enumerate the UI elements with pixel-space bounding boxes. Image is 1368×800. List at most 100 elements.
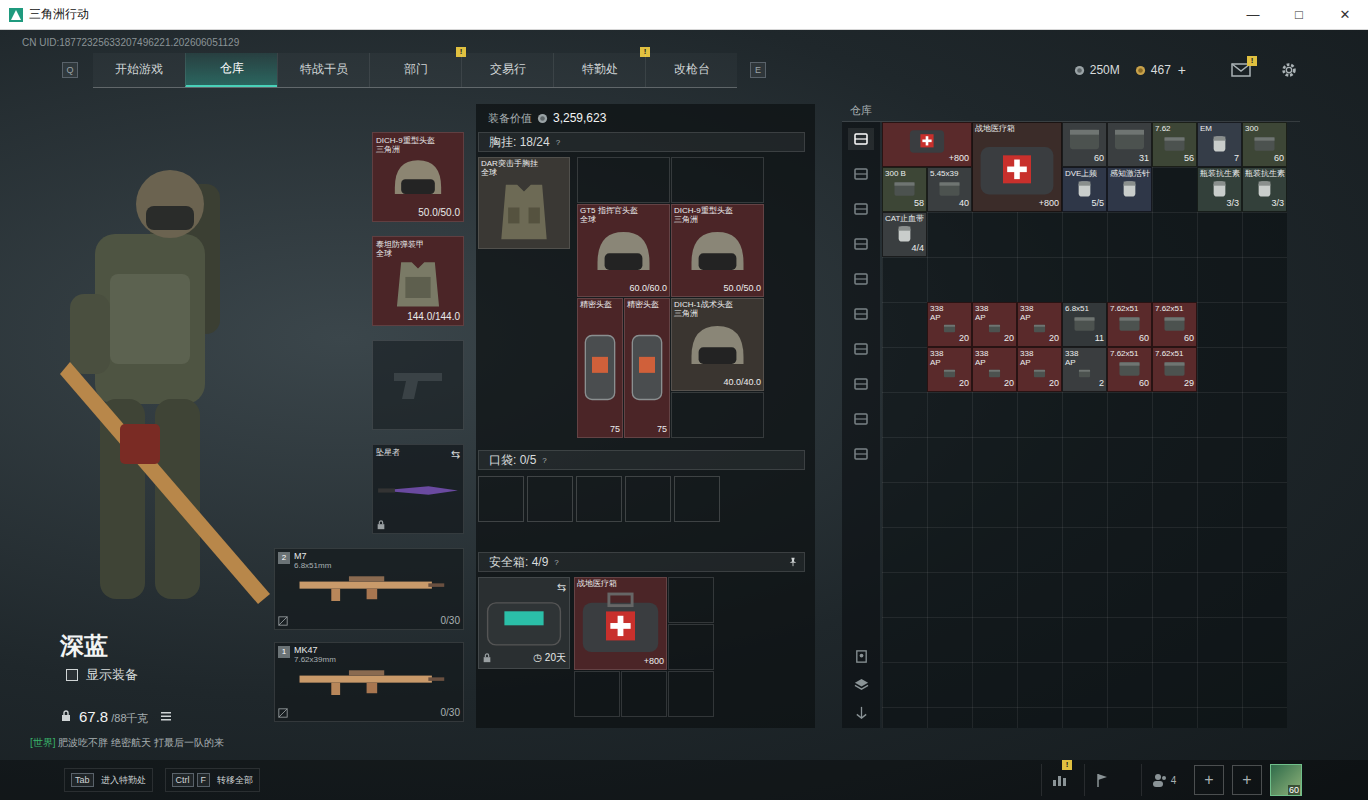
- item-card[interactable]: 7.62x5129: [1152, 347, 1197, 392]
- safe-case-card[interactable]: ⇆◷ 20天: [478, 577, 570, 669]
- nav-tab[interactable]: 仓库: [185, 53, 277, 87]
- item-card[interactable]: 338AP20: [1017, 347, 1062, 392]
- item-card[interactable]: 60: [1062, 122, 1107, 167]
- empty-slot[interactable]: [621, 671, 667, 717]
- flag-button[interactable]: [1084, 764, 1119, 796]
- item-card[interactable]: 300 B58: [882, 167, 927, 212]
- help-button[interactable]: ?: [554, 558, 558, 567]
- item-card[interactable]: 战地医疗箱+800: [972, 122, 1062, 212]
- warehouse-tab[interactable]: [848, 163, 874, 185]
- pocket-slot[interactable]: [527, 476, 573, 522]
- player-avatar[interactable]: 60: [1270, 764, 1302, 796]
- warehouse-tab[interactable]: [848, 268, 874, 290]
- item-card[interactable]: 精密头盔75: [577, 298, 623, 438]
- pin-icon[interactable]: [788, 557, 798, 567]
- weapon-slot[interactable]: 1MK477.62x39mm0/30: [274, 642, 464, 722]
- pocket-slot[interactable]: [478, 476, 524, 522]
- empty-slot[interactable]: [577, 157, 670, 203]
- next-key[interactable]: E: [750, 62, 766, 78]
- item-card[interactable]: 7.6256: [1152, 122, 1197, 167]
- empty-slot[interactable]: [671, 392, 764, 438]
- window-button[interactable]: ✕: [1322, 7, 1368, 22]
- warehouse-tab[interactable]: [848, 233, 874, 255]
- weapon-slot[interactable]: 2M76.8x51mm0/30: [274, 548, 464, 630]
- add-ticket-button[interactable]: +: [1178, 62, 1186, 78]
- item-card[interactable]: 5.45x3940: [927, 167, 972, 212]
- item-card[interactable]: 精密头盔75: [624, 298, 670, 438]
- invite-slot[interactable]: +: [1194, 765, 1224, 795]
- checkbox-box[interactable]: [66, 669, 78, 681]
- nav-tab[interactable]: 特勤处!: [553, 53, 645, 87]
- warehouse-tab[interactable]: [848, 128, 874, 150]
- item-card[interactable]: DICH-1战术头盔三角洲40.0/40.0: [671, 298, 764, 391]
- nav-tab[interactable]: 部门!: [369, 53, 461, 87]
- help-button[interactable]: ?: [556, 138, 560, 147]
- stats-button[interactable]: !: [1041, 764, 1076, 796]
- pocket-slot[interactable]: [674, 476, 720, 522]
- shortcut-button[interactable]: CtrlF转移全部: [165, 768, 261, 792]
- pistol-slot[interactable]: [372, 340, 464, 430]
- item-card[interactable]: 瓶装抗生素3/3: [1242, 167, 1287, 212]
- item-icon: [1065, 179, 1104, 199]
- melee-slot[interactable]: 坠星者⇆: [372, 444, 464, 534]
- help-button[interactable]: ?: [542, 456, 546, 465]
- window-button[interactable]: □: [1276, 7, 1322, 22]
- warehouse-tab[interactable]: [848, 198, 874, 220]
- item-card[interactable]: 338AP20: [972, 302, 1017, 347]
- warehouse-tab[interactable]: [848, 373, 874, 395]
- item-card[interactable]: 338AP20: [927, 347, 972, 392]
- warehouse-tab[interactable]: [848, 303, 874, 325]
- item-card[interactable]: +800: [882, 122, 972, 167]
- nav-tab[interactable]: 特战干员: [277, 53, 369, 87]
- swap-button[interactable]: ⇆: [451, 448, 460, 461]
- swap-button[interactable]: ⇆: [557, 581, 566, 594]
- window-button[interactable]: —: [1230, 7, 1276, 22]
- warehouse-tab[interactable]: [848, 443, 874, 465]
- item-card[interactable]: 338AP2: [1062, 347, 1107, 392]
- invite-slot[interactable]: +: [1232, 765, 1262, 795]
- item-card[interactable]: 6.8x5111: [1062, 302, 1107, 347]
- item-card[interactable]: 338AP20: [972, 347, 1017, 392]
- item-card[interactable]: DICH-9重型头盔三角洲50.0/50.0: [671, 204, 764, 297]
- layers-icon[interactable]: [854, 677, 869, 692]
- item-card[interactable]: 30060: [1242, 122, 1287, 167]
- shortcut-button[interactable]: Tab进入特勤处: [64, 768, 153, 792]
- nav-tab[interactable]: 交易行: [461, 53, 553, 87]
- pocket-slot[interactable]: [625, 476, 671, 522]
- list-icon[interactable]: [160, 710, 172, 722]
- item-card[interactable]: 7.62x5160: [1152, 302, 1197, 347]
- item-card[interactable]: 感知激活针: [1107, 167, 1152, 212]
- item-card[interactable]: 战地医疗箱+800: [574, 577, 667, 670]
- item-card[interactable]: 7.62x5160: [1107, 347, 1152, 392]
- prev-key[interactable]: Q: [62, 62, 78, 78]
- armor-slot[interactable]: 泰坦防弹装甲全球144.0/144.0: [372, 236, 464, 326]
- item-card[interactable]: GT5 指挥官头盔全球60.0/60.0: [577, 204, 670, 297]
- chat-line[interactable]: [世界] 肥波吃不胖 绝密航天 打最后一队的来: [30, 736, 274, 750]
- mail-button[interactable]: !: [1231, 63, 1251, 77]
- item-card[interactable]: 瓶装抗生素3/3: [1197, 167, 1242, 212]
- warehouse-tab[interactable]: [848, 408, 874, 430]
- item-card[interactable]: CAT止血带4/4: [882, 212, 927, 257]
- friends-button[interactable]: 4: [1141, 764, 1186, 796]
- item-card[interactable]: EM7: [1197, 122, 1242, 167]
- gear-icon[interactable]: [1280, 61, 1298, 79]
- nav-tab[interactable]: 开始游戏: [93, 53, 185, 87]
- transfer-icon[interactable]: [854, 705, 869, 720]
- empty-slot[interactable]: [671, 157, 764, 203]
- chest-rig-card[interactable]: DAR突击手胸挂全球: [478, 157, 570, 249]
- warehouse-tab[interactable]: [848, 338, 874, 360]
- helmet-slot[interactable]: DICH-9重型头盔三角洲50.0/50.0: [372, 132, 464, 222]
- item-card[interactable]: 7.62x5160: [1107, 302, 1152, 347]
- item-card[interactable]: 31: [1107, 122, 1152, 167]
- empty-slot[interactable]: [668, 624, 714, 670]
- item-card[interactable]: DVE上频5/5: [1062, 167, 1107, 212]
- empty-slot[interactable]: [668, 671, 714, 717]
- empty-slot[interactable]: [574, 671, 620, 717]
- show-gear-checkbox[interactable]: 显示装备: [66, 666, 274, 684]
- item-card[interactable]: 338AP20: [927, 302, 972, 347]
- sort-icon[interactable]: [854, 649, 869, 664]
- item-card[interactable]: 338AP20: [1017, 302, 1062, 347]
- empty-slot[interactable]: [668, 577, 714, 623]
- nav-tab[interactable]: 改枪台: [645, 53, 737, 87]
- pocket-slot[interactable]: [576, 476, 622, 522]
